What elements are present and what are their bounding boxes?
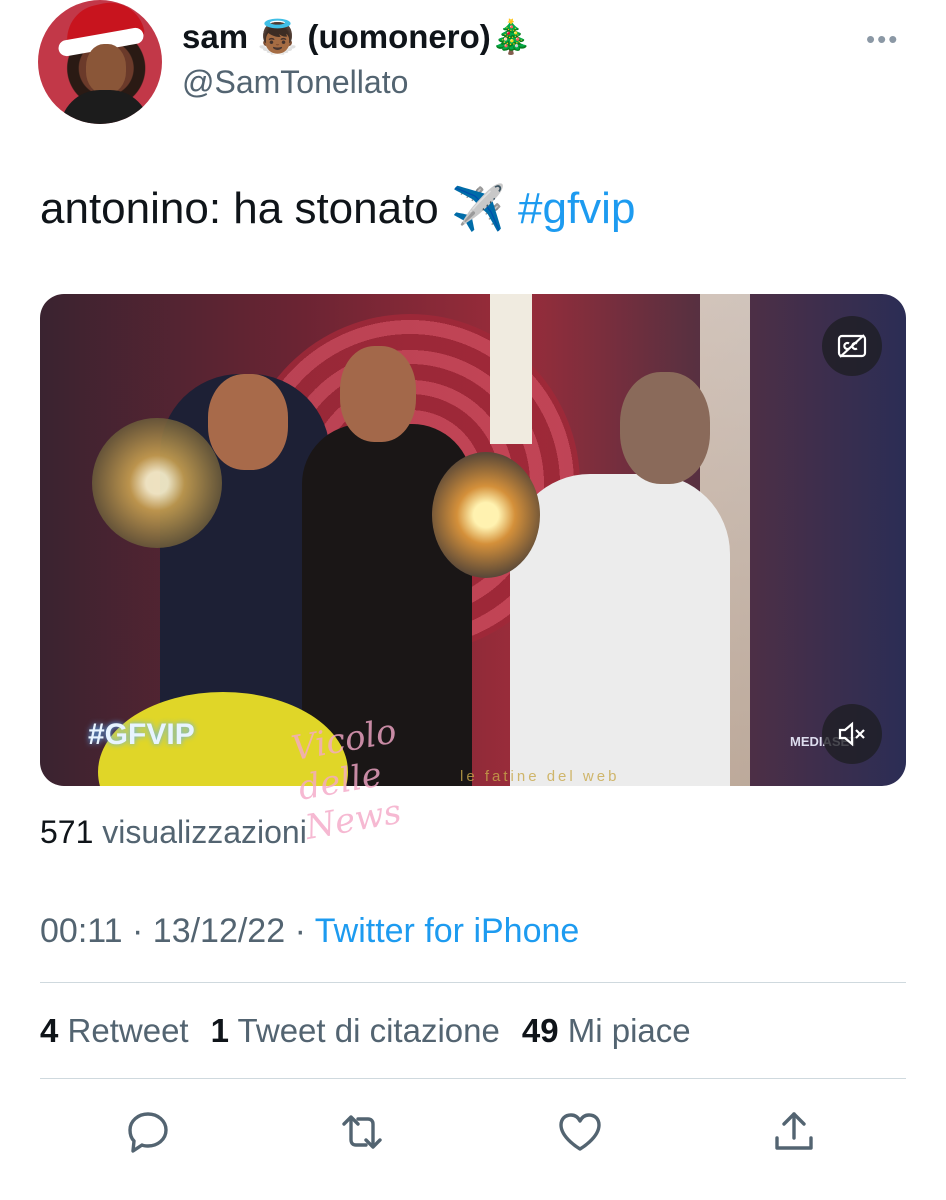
avatar-face — [86, 44, 126, 94]
engagement-stats: 4 Retweet 1 Tweet di citazione 49 Mi pia… — [40, 1012, 691, 1050]
avatar[interactable] — [38, 0, 162, 124]
watermark-text: le fatine del web — [460, 768, 620, 785]
show-logo: #GFVIP — [88, 718, 195, 751]
retweets-stat[interactable]: 4 Retweet — [40, 1012, 189, 1050]
closed-captions-icon[interactable] — [822, 316, 882, 376]
retweet-icon[interactable] — [338, 1108, 386, 1156]
reply-icon[interactable] — [124, 1108, 172, 1156]
person-right-head — [620, 372, 710, 484]
like-icon[interactable] — [556, 1108, 604, 1156]
more-dots-icon[interactable]: ••• — [866, 24, 899, 55]
views-label: visualizzazioni — [102, 814, 307, 850]
person-center-head — [340, 346, 416, 442]
divider — [40, 982, 906, 983]
tweet-text-body: antonino: ha stonato ✈️ — [40, 184, 519, 233]
tweet-text: antonino: ha stonato ✈️ #gfvip — [40, 182, 635, 234]
person-right-body — [510, 474, 730, 786]
divider — [40, 1078, 906, 1079]
person-left-head — [208, 374, 288, 470]
quotes-stat[interactable]: 1 Tweet di citazione — [211, 1012, 500, 1050]
hashtag-link[interactable]: #gfvip — [518, 184, 635, 233]
avatar-shirt — [60, 90, 150, 124]
meta-separator: · — [122, 912, 153, 950]
mute-icon[interactable] — [822, 704, 882, 764]
share-icon[interactable] — [770, 1108, 818, 1156]
quotes-count: 1 — [210, 1012, 229, 1049]
lamp-bulb-left — [92, 418, 222, 548]
tweet-source[interactable]: Twitter for iPhone — [315, 912, 580, 950]
likes-stat[interactable]: 49 Mi piace — [522, 1012, 691, 1050]
tweet-date[interactable]: 13/12/22 — [153, 912, 285, 950]
views-count: 571 visualizzazioni — [40, 814, 307, 851]
tweet-meta: 00:11 · 13/12/22 · Twitter for iPhone — [40, 912, 579, 951]
author-handle[interactable]: @SamTonellato — [182, 64, 408, 101]
video-player[interactable]: #GFVIP MEDIASET — [40, 294, 906, 786]
retweets-count: 4 — [40, 1012, 59, 1049]
likes-label: Mi piace — [567, 1012, 691, 1049]
quotes-label: Tweet di citazione — [237, 1012, 500, 1049]
lamp-bulb-center — [432, 452, 540, 578]
retweets-label: Retweet — [67, 1012, 189, 1049]
backdrop-column — [490, 294, 532, 444]
meta-separator: · — [285, 912, 315, 950]
author-display-name[interactable]: sam 👼🏾 (uomonero)🎄 — [182, 18, 532, 57]
likes-count: 49 — [521, 1012, 559, 1049]
tweet-time[interactable]: 00:11 — [40, 912, 123, 950]
views-number: 571 — [40, 814, 94, 850]
